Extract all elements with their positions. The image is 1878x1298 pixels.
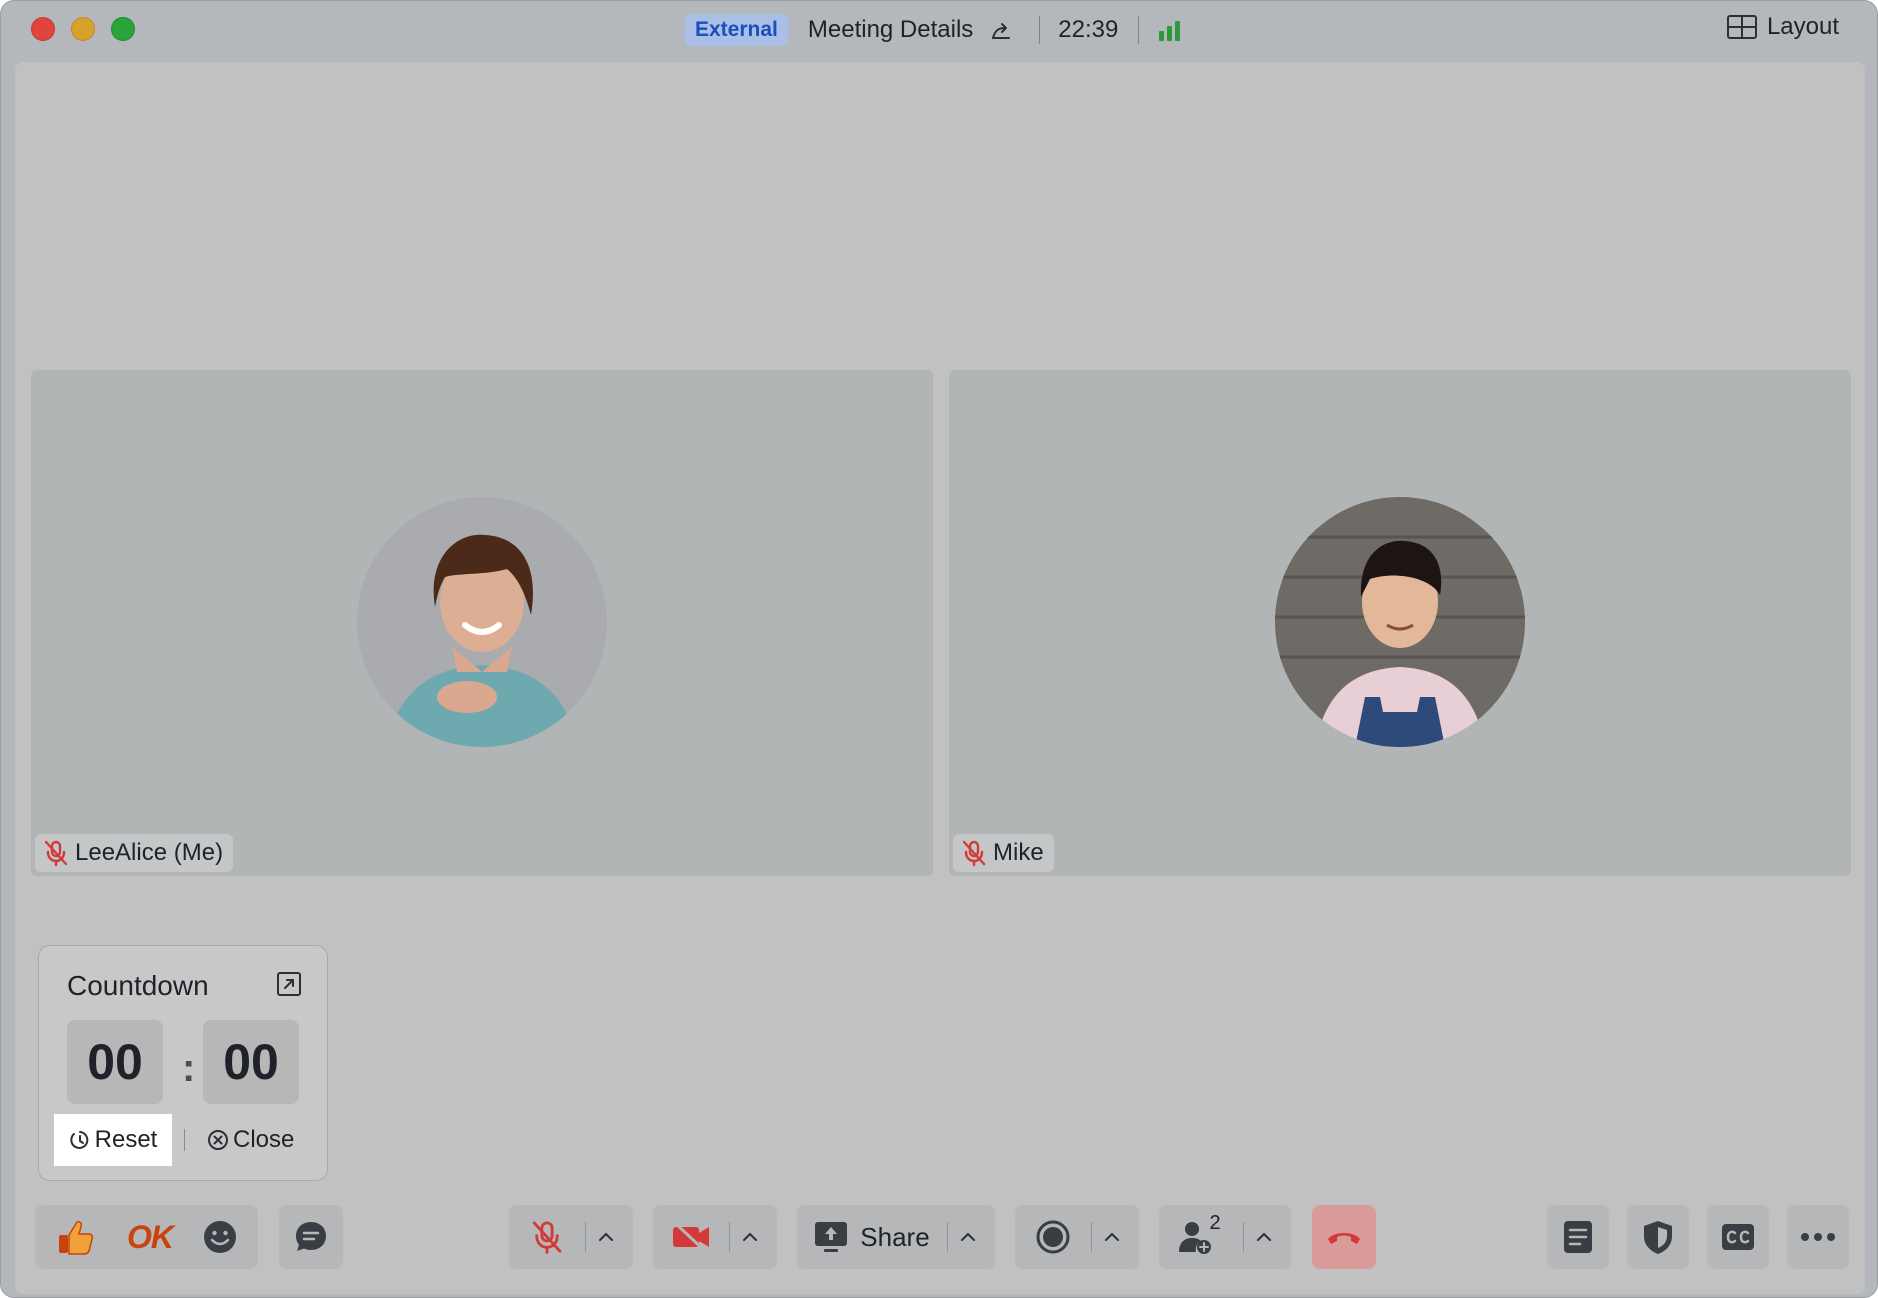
reset-button[interactable]: Reset xyxy=(54,1114,172,1166)
chevron-up-icon xyxy=(599,1232,613,1241)
participants-count: 2 xyxy=(1209,1211,1221,1234)
camera-group xyxy=(653,1205,777,1269)
minimize-window-button[interactable] xyxy=(71,17,95,41)
meeting-window: External Meeting Details 22:39 Layout Le… xyxy=(0,0,1878,1298)
more-group xyxy=(1787,1205,1849,1269)
close-label: Close xyxy=(233,1126,295,1153)
countdown-panel: Countdown 00 : 00 Reset Close xyxy=(38,945,328,1181)
notes-group xyxy=(1547,1205,1609,1269)
share-screen-button[interactable]: Share xyxy=(797,1205,947,1269)
timer-reset-icon xyxy=(69,1131,88,1149)
security-button[interactable] xyxy=(1627,1205,1689,1269)
ok-reaction-label: OK xyxy=(127,1218,174,1255)
record-group xyxy=(1015,1205,1139,1269)
layout-grid-icon xyxy=(1726,15,1757,39)
thumbs-up-reaction[interactable] xyxy=(35,1205,115,1269)
record-options-button[interactable] xyxy=(1092,1205,1132,1269)
name-tag-mike: Mike xyxy=(953,834,1054,872)
end-call-button[interactable] xyxy=(1312,1205,1376,1269)
mic-options-button[interactable] xyxy=(586,1205,626,1269)
chevron-up-icon xyxy=(1105,1232,1119,1241)
layout-label: Layout xyxy=(1766,13,1839,40)
divider xyxy=(184,1129,185,1151)
participant-name: Mike xyxy=(993,839,1044,866)
captions-group xyxy=(1707,1205,1769,1269)
security-group xyxy=(1627,1205,1689,1269)
divider xyxy=(1039,16,1041,44)
name-tag-leealice: LeeAlice (Me) xyxy=(35,834,234,872)
mic-group xyxy=(509,1205,633,1269)
mic-muted-icon xyxy=(532,1221,562,1254)
network-signal-icon[interactable] xyxy=(1159,19,1181,41)
camera-options-button[interactable] xyxy=(730,1205,770,1269)
popout-icon[interactable] xyxy=(277,972,301,996)
unmute-button[interactable] xyxy=(509,1205,585,1269)
record-button[interactable] xyxy=(1015,1205,1091,1269)
share-options-button[interactable] xyxy=(948,1205,988,1269)
shield-icon xyxy=(1644,1221,1672,1254)
record-icon xyxy=(1036,1220,1070,1254)
participant-tile-leealice[interactable]: LeeAlice (Me) xyxy=(31,370,933,876)
emoji-button[interactable] xyxy=(185,1205,255,1269)
closed-captions-icon xyxy=(1722,1224,1754,1250)
participants-group: 2 xyxy=(1159,1205,1291,1269)
chevron-up-icon xyxy=(743,1232,757,1241)
smiley-icon xyxy=(204,1221,236,1253)
add-participant-icon xyxy=(1179,1222,1212,1254)
ok-reaction[interactable]: OK xyxy=(115,1205,185,1269)
maximize-window-button[interactable] xyxy=(111,17,135,41)
more-dots-icon xyxy=(1801,1233,1835,1241)
chat-group xyxy=(279,1205,343,1269)
participant-name: LeeAlice (Me) xyxy=(75,839,224,866)
participants-button[interactable]: 2 xyxy=(1159,1205,1243,1269)
avatar-mike xyxy=(1275,497,1525,747)
countdown-minutes[interactable]: 00 xyxy=(67,1020,163,1104)
hang-up-icon xyxy=(1328,1233,1360,1244)
meeting-clock: 22:39 xyxy=(1058,16,1119,43)
layout-button[interactable]: Layout xyxy=(1726,13,1839,41)
countdown-separator: : xyxy=(182,1046,196,1090)
divider xyxy=(1138,16,1140,44)
chevron-up-icon xyxy=(961,1232,975,1241)
external-badge: External xyxy=(685,14,788,46)
close-circle-icon xyxy=(208,1130,228,1150)
participant-tile-mike[interactable]: Mike xyxy=(949,370,1851,876)
participants-options-button[interactable] xyxy=(1244,1205,1284,1269)
title-bar: External Meeting Details 22:39 Layout xyxy=(1,1,1877,59)
reactions-group: OK xyxy=(35,1205,258,1269)
close-countdown-button[interactable]: Close xyxy=(207,1114,294,1166)
share-link-icon[interactable] xyxy=(989,18,1013,42)
more-options-button[interactable] xyxy=(1787,1205,1849,1269)
share-group: Share xyxy=(797,1205,995,1269)
camera-off-icon xyxy=(673,1221,709,1253)
thumbs-up-icon xyxy=(59,1221,94,1255)
avatar-leealice xyxy=(357,497,607,747)
chat-bubble-icon xyxy=(296,1222,326,1251)
document-icon xyxy=(1564,1221,1592,1253)
start-video-button[interactable] xyxy=(653,1205,729,1269)
countdown-title: Countdown xyxy=(67,970,209,1001)
chat-button[interactable] xyxy=(279,1205,343,1269)
close-window-button[interactable] xyxy=(31,17,55,41)
captions-button[interactable] xyxy=(1707,1205,1769,1269)
chevron-up-icon xyxy=(1257,1232,1271,1241)
share-screen-icon xyxy=(815,1222,848,1252)
meeting-details-button[interactable]: Meeting Details xyxy=(808,16,973,44)
reset-label: Reset xyxy=(94,1126,158,1153)
mic-muted-icon xyxy=(44,840,68,867)
mic-muted-icon xyxy=(962,840,986,867)
countdown-seconds[interactable]: 00 xyxy=(203,1020,299,1104)
share-label: Share xyxy=(860,1221,930,1252)
notes-button[interactable] xyxy=(1547,1205,1609,1269)
title-center: External Meeting Details 22:39 xyxy=(685,13,1181,47)
